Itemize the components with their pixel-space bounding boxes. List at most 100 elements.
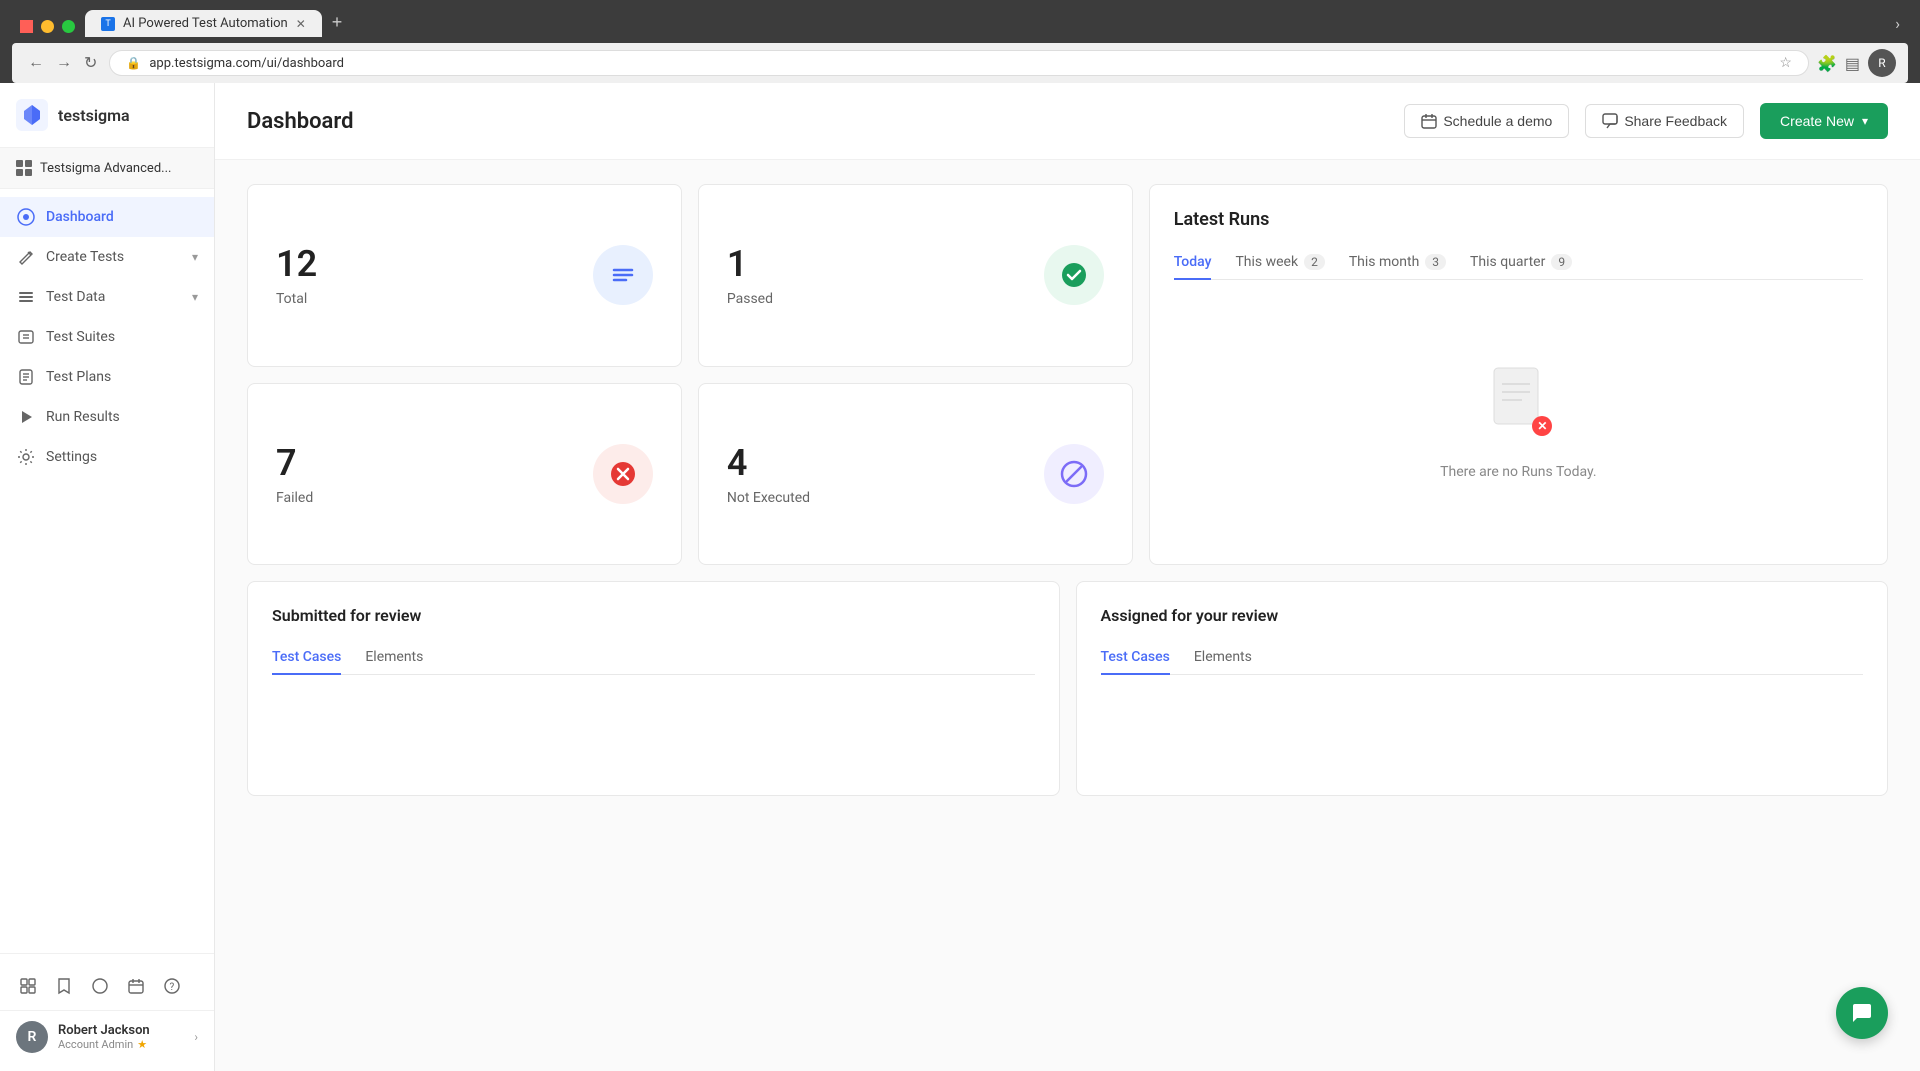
grid-icon[interactable] xyxy=(12,970,44,1002)
lock-icon: 🔒 xyxy=(126,56,141,70)
dashboard-icon xyxy=(16,207,36,227)
share-feedback-label: Share Feedback xyxy=(1624,113,1727,129)
user-info: Robert Jackson Account Admin ★ xyxy=(58,1023,184,1051)
share-feedback-button[interactable]: Share Feedback xyxy=(1585,104,1744,138)
user-section[interactable]: R Robert Jackson Account Admin ★ › xyxy=(0,1011,214,1063)
tab-close-icon[interactable]: ✕ xyxy=(296,17,306,31)
test-data-icon xyxy=(16,287,36,307)
sidebar-bottom: ? R Robert Jackson Account Admin ★ › xyxy=(0,953,214,1071)
help-icon[interactable]: ? xyxy=(156,970,188,1002)
calendar-icon[interactable] xyxy=(120,970,152,1002)
minimize-button[interactable] xyxy=(41,20,54,33)
assigned-elements-tab[interactable]: Elements xyxy=(1194,641,1252,675)
calendar-icon xyxy=(1421,113,1437,129)
submitted-review-content xyxy=(272,691,1035,771)
submitted-review-tabs: Test Cases Elements xyxy=(272,641,1035,675)
stat-info-not-executed: 4 Not Executed xyxy=(727,442,810,506)
tab-favicon: T xyxy=(101,17,115,31)
svg-text:?: ? xyxy=(170,982,175,993)
sidebar-item-settings[interactable]: Settings xyxy=(0,437,214,477)
stat-info-total: 12 Total xyxy=(276,243,317,307)
nav-buttons: ← → ↻ xyxy=(24,51,101,75)
check-circle-icon xyxy=(1059,260,1089,290)
close-button[interactable] xyxy=(20,20,33,33)
settings-icon xyxy=(16,447,36,467)
submitted-test-cases-tab[interactable]: Test Cases xyxy=(272,641,341,675)
star-icon[interactable]: ☆ xyxy=(1779,55,1792,71)
x-circle-icon xyxy=(608,459,638,489)
latest-runs-title: Latest Runs xyxy=(1174,209,1863,230)
test-suites-icon xyxy=(16,327,36,347)
main-header: Dashboard Schedule a demo Share Feedback… xyxy=(215,83,1920,160)
sidebar-item-test-suites-label: Test Suites xyxy=(46,329,115,345)
logo-icon xyxy=(16,99,48,131)
maximize-button[interactable] xyxy=(62,20,75,33)
bottom-icons: ? xyxy=(0,962,214,1010)
sidebar-item-test-plans-label: Test Plans xyxy=(46,369,111,385)
url-text: app.testsigma.com/ui/dashboard xyxy=(149,56,1771,71)
app: testsigma Testsigma Advanced... Dashboar… xyxy=(0,83,1920,1071)
sidebar-item-run-results[interactable]: Run Results xyxy=(0,397,214,437)
stat-card-total: 12 Total xyxy=(247,184,682,367)
run-tab-today[interactable]: Today xyxy=(1174,246,1212,280)
sidebar-item-test-suites[interactable]: Test Suites xyxy=(0,317,214,357)
sidebar-item-dashboard[interactable]: Dashboard xyxy=(0,197,214,237)
stats-grid: 12 Total xyxy=(247,184,1133,565)
list-icon xyxy=(608,260,638,290)
sidebar-item-run-results-label: Run Results xyxy=(46,409,120,425)
stat-number-not-executed: 4 xyxy=(727,442,810,484)
browser-tabs: T AI Powered Test Automation ✕ + › xyxy=(12,8,1908,37)
bottom-sections: Submitted for review Test Cases Elements… xyxy=(247,581,1888,796)
stat-card-not-executed: 4 Not Executed xyxy=(698,383,1133,566)
workspace-name: Testsigma Advanced... xyxy=(40,161,198,176)
chat-icon xyxy=(1850,1001,1874,1025)
browser-tab[interactable]: T AI Powered Test Automation ✕ xyxy=(85,10,322,37)
sidebar-icon[interactable]: ▤ xyxy=(1845,54,1860,73)
workspace-selector[interactable]: Testsigma Advanced... xyxy=(0,148,214,189)
toolbar-icons: 🧩 ▤ R xyxy=(1817,49,1896,77)
schedule-demo-label: Schedule a demo xyxy=(1443,113,1552,129)
sidebar-logo: testsigma xyxy=(0,83,214,148)
empty-icon: ✕ xyxy=(1490,364,1546,432)
bookmark-icon[interactable] xyxy=(48,970,80,1002)
run-tab-this-week[interactable]: This week 2 xyxy=(1235,246,1324,280)
schedule-demo-button[interactable]: Schedule a demo xyxy=(1404,104,1569,138)
reload-button[interactable]: ↻ xyxy=(80,51,101,75)
workspace-grid-icon xyxy=(16,160,32,176)
extensions-icon[interactable]: 🧩 xyxy=(1817,54,1837,73)
chat-button[interactable] xyxy=(1836,987,1888,1039)
sidebar-item-test-data[interactable]: Test Data ▾ xyxy=(0,277,214,317)
forward-button[interactable]: → xyxy=(52,51,76,75)
new-tab-button[interactable]: + xyxy=(324,8,351,37)
address-bar[interactable]: 🔒 app.testsigma.com/ui/dashboard ☆ xyxy=(109,50,1809,76)
browser-chrome: T AI Powered Test Automation ✕ + › ← → ↻… xyxy=(0,0,1920,83)
stat-icon-not-executed xyxy=(1044,444,1104,504)
back-button[interactable]: ← xyxy=(24,51,48,75)
stat-icon-total xyxy=(593,245,653,305)
browser-toolbar: ← → ↻ 🔒 app.testsigma.com/ui/dashboard ☆… xyxy=(12,43,1908,83)
assigned-test-cases-tab[interactable]: Test Cases xyxy=(1101,641,1170,675)
slash-circle-icon xyxy=(1059,459,1089,489)
stat-label-not-executed: Not Executed xyxy=(727,490,810,506)
assigned-review-tabs: Test Cases Elements xyxy=(1101,641,1864,675)
user-name: Robert Jackson xyxy=(58,1023,184,1038)
user-role: Account Admin ★ xyxy=(58,1038,184,1051)
stat-card-passed: 1 Passed xyxy=(698,184,1133,367)
runs-empty-state: ✕ There are no Runs Today. xyxy=(1174,304,1863,540)
sidebar-item-create-tests[interactable]: Create Tests ▾ xyxy=(0,237,214,277)
create-new-button[interactable]: Create New ▾ xyxy=(1760,103,1888,139)
sidebar-item-test-plans[interactable]: Test Plans xyxy=(0,357,214,397)
runs-tabs: Today This week 2 This month 3 This quar… xyxy=(1174,246,1863,280)
create-new-label: Create New xyxy=(1780,113,1854,129)
submitted-elements-tab[interactable]: Elements xyxy=(365,641,423,675)
run-tab-this-month[interactable]: This month 3 xyxy=(1349,246,1446,280)
stat-info-passed: 1 Passed xyxy=(727,243,773,307)
profile-icon[interactable]: R xyxy=(1868,49,1896,77)
stat-number-total: 12 xyxy=(276,243,317,285)
stat-info-failed: 7 Failed xyxy=(276,442,313,506)
circle-icon[interactable] xyxy=(84,970,116,1002)
error-badge: ✕ xyxy=(1532,416,1552,436)
page-title: Dashboard xyxy=(247,109,1388,134)
sidebar-item-settings-label: Settings xyxy=(46,449,97,465)
run-tab-this-quarter[interactable]: This quarter 9 xyxy=(1470,246,1572,280)
